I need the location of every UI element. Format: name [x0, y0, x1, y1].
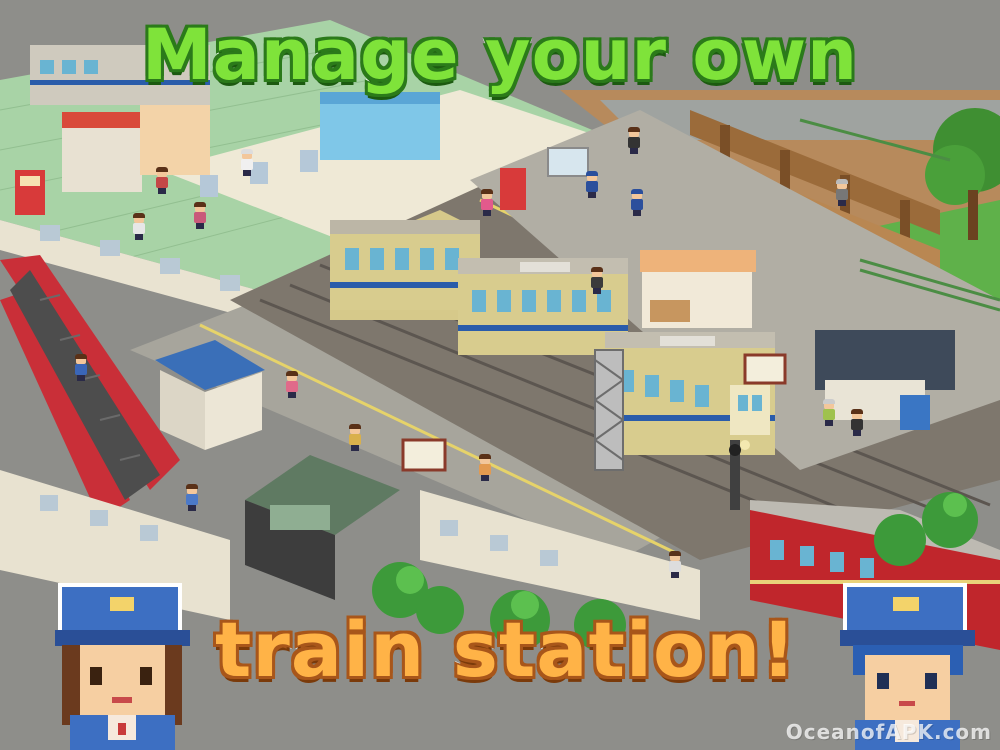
passenger — [627, 127, 641, 154]
passenger — [668, 551, 682, 578]
passenger — [155, 167, 169, 194]
passenger — [850, 409, 864, 436]
game-screenshot: Manage your own train station! OceanofAP… — [0, 0, 1000, 750]
food-stall — [140, 95, 210, 175]
headline-bottom: train station! — [213, 603, 798, 696]
station-sign — [401, 438, 447, 472]
passenger — [185, 484, 199, 511]
station-staff — [585, 171, 599, 198]
passenger — [132, 213, 146, 240]
watermark: OceanofAPK.com — [785, 720, 992, 744]
passenger — [822, 399, 836, 426]
headline-top: Manage your own — [140, 12, 859, 98]
passenger — [193, 202, 207, 229]
passenger — [74, 354, 88, 381]
signal-tower — [594, 349, 624, 471]
passenger — [480, 189, 494, 216]
shop-building — [62, 122, 142, 192]
passenger — [590, 267, 604, 294]
passenger — [478, 454, 492, 481]
passenger — [240, 149, 254, 176]
passenger — [835, 179, 849, 206]
passenger — [285, 371, 299, 398]
ticket-office — [320, 100, 440, 160]
station-staff — [630, 189, 644, 216]
passenger — [348, 424, 362, 451]
conductor-girl-portrait — [55, 583, 190, 750]
